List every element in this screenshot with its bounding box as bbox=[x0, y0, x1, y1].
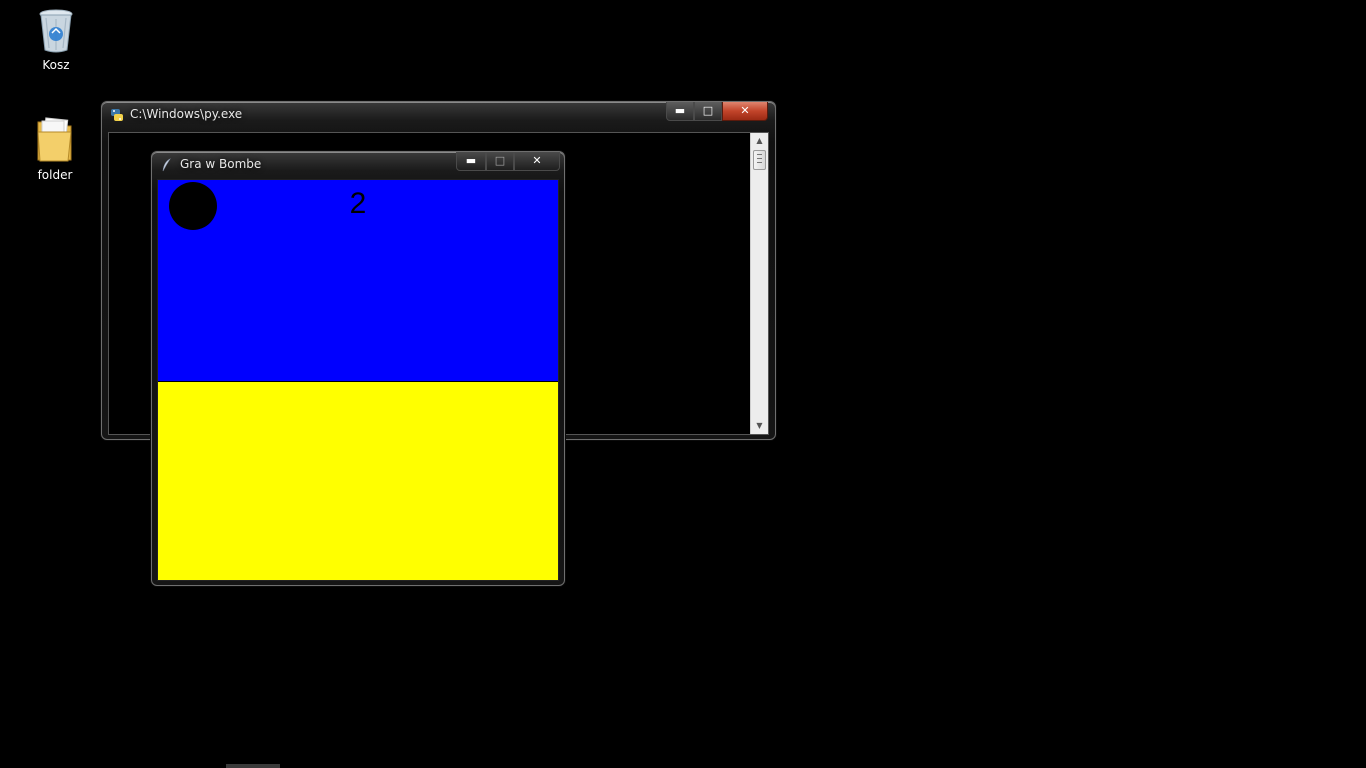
maximize-icon: □ bbox=[702, 104, 714, 117]
maximize-icon: □ bbox=[494, 154, 506, 167]
python-icon bbox=[111, 109, 123, 121]
game-titlebar[interactable]: Gra w Bombe ▬ □ ✕ bbox=[152, 152, 564, 178]
console-close-button[interactable]: ✕ bbox=[722, 102, 768, 121]
game-title: Gra w Bombe bbox=[180, 157, 262, 171]
desktop: Kosz folder C:\Windows\py.exe ▬ □ ✕ ▲ ▼ … bbox=[0, 0, 1366, 768]
desktop-icon-recycle-bin[interactable]: Kosz bbox=[18, 8, 94, 72]
desktop-icon-folder[interactable]: folder bbox=[17, 116, 93, 182]
folder-icon bbox=[37, 117, 72, 162]
close-icon: ✕ bbox=[532, 154, 542, 167]
console-titlebar[interactable]: C:\Windows\py.exe ▬ □ ✕ bbox=[102, 102, 775, 128]
desktop-icon-label: folder bbox=[37, 168, 73, 182]
taskbar-edge bbox=[226, 764, 280, 768]
scroll-down-arrow-icon[interactable]: ▼ bbox=[751, 418, 768, 434]
close-icon: ✕ bbox=[740, 104, 750, 117]
scrollbar-thumb[interactable] bbox=[753, 150, 766, 170]
minimize-icon: ▬ bbox=[465, 154, 477, 167]
game-close-button[interactable]: ✕ bbox=[514, 152, 560, 171]
scroll-up-arrow-icon[interactable]: ▲ bbox=[751, 133, 768, 149]
console-minimize-button[interactable]: ▬ bbox=[666, 102, 694, 121]
game-minimize-button[interactable]: ▬ bbox=[456, 152, 486, 171]
recycle-bin-icon bbox=[39, 9, 73, 53]
game-maximize-button[interactable]: □ bbox=[486, 152, 514, 171]
desktop-icon-label: Kosz bbox=[42, 58, 70, 72]
console-title: C:\Windows\py.exe bbox=[130, 107, 243, 121]
console-maximize-button[interactable]: □ bbox=[694, 102, 722, 121]
ground-area bbox=[158, 382, 558, 580]
console-scrollbar[interactable]: ▲ ▼ bbox=[750, 133, 768, 434]
score-counter: 2 bbox=[349, 187, 367, 220]
minimize-icon: ▬ bbox=[674, 104, 686, 117]
game-canvas[interactable]: 2 bbox=[157, 179, 559, 581]
bomb[interactable] bbox=[169, 182, 217, 230]
game-window[interactable]: Gra w Bombe ▬ □ ✕ 2 bbox=[151, 151, 565, 586]
tk-feather-icon bbox=[162, 158, 171, 172]
